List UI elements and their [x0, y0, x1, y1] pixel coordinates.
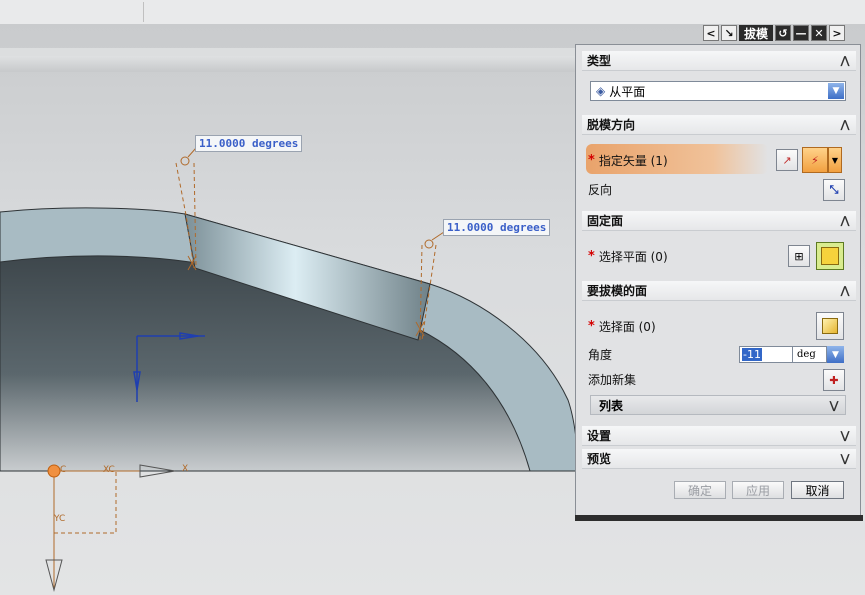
wcs-c-label: C: [60, 465, 66, 475]
chevron-down-icon: ▼: [831, 155, 839, 165]
section-draft-direction-header[interactable]: 脱模方向 ⋀: [582, 115, 856, 135]
section-preview-header[interactable]: 预览 ⋁: [582, 449, 856, 469]
select-face-button[interactable]: [816, 312, 844, 340]
vector-dialog-button[interactable]: ↗: [776, 149, 798, 171]
required-star-icon: *: [588, 152, 595, 168]
close-button[interactable]: ✕: [811, 25, 828, 41]
select-face-row[interactable]: * 选择面 (0): [588, 315, 850, 337]
arrow-down-icon: ▼: [832, 349, 839, 360]
vector-constructor-icon: ↗: [782, 153, 792, 167]
dimension-label-2[interactable]: 11.0000 degrees: [443, 219, 551, 236]
wcs-x-label: X: [182, 464, 188, 474]
section-preview-title: 预览: [587, 452, 612, 466]
section-settings-header[interactable]: 设置 ⋁: [582, 426, 856, 446]
dim-point-1: [180, 156, 190, 166]
wcs-yc-label: YC: [53, 514, 65, 524]
collapse-left-button[interactable]: <: [703, 25, 719, 41]
dim-point-2: [424, 239, 434, 249]
select-plane-row[interactable]: * 选择平面 (0): [588, 245, 850, 267]
add-set-label: 添加新集: [588, 372, 637, 387]
section-type-header[interactable]: 类型 ⋀: [582, 51, 856, 71]
dropdown-arrow-icon[interactable]: ▼: [828, 83, 844, 99]
select-face-label: 选择面 (0): [598, 319, 656, 334]
reverse-direction-row: 反向: [588, 178, 850, 200]
reset-arrow-button[interactable]: ↘: [721, 25, 737, 41]
list-collapsible[interactable]: 列表 ⋁: [590, 395, 846, 415]
section-settings-title: 设置: [587, 429, 612, 443]
angle-input[interactable]: -11: [739, 346, 793, 363]
select-plane-label: 选择平面 (0): [598, 249, 668, 264]
angle-unit: deg: [793, 346, 827, 363]
add-set-icon: ✚: [829, 373, 839, 387]
wcs-origin: [47, 464, 61, 478]
required-star-icon: *: [588, 248, 595, 264]
chevron-up-icon: ⋀: [840, 214, 850, 227]
chevron-up-icon: ⋀: [840, 118, 850, 131]
plane-constructor-icon: ⊞: [794, 249, 804, 263]
plane-dialog-button[interactable]: ⊞: [788, 245, 810, 267]
reverse-direction-icon: ⤡: [829, 183, 839, 196]
vector-options-dropdown[interactable]: ▼: [828, 147, 842, 173]
apply-button[interactable]: 应用: [732, 481, 784, 499]
plane-icon: ◈: [596, 84, 606, 98]
angle-label: 角度: [588, 347, 613, 362]
plane-face-icon: [821, 247, 839, 265]
section-fixed-face-title: 固定面: [587, 214, 624, 228]
section-type-title: 类型: [587, 54, 612, 68]
add-set-row: 添加新集: [588, 368, 850, 390]
minimize-button[interactable]: —: [793, 25, 810, 41]
section-faces-title: 要拔模的面: [587, 284, 648, 298]
chevron-up-icon: ⋀: [840, 54, 850, 67]
dialog-title: 拔模: [739, 25, 774, 41]
list-label: 列表: [599, 398, 624, 413]
angle-value: -11: [742, 348, 762, 361]
ok-button[interactable]: 确定: [674, 481, 726, 499]
chevron-down-icon: ⋁: [840, 452, 850, 465]
section-draft-direction-title: 脱模方向: [587, 118, 636, 132]
reverse-direction-button[interactable]: ⤡: [823, 179, 845, 201]
draft-dialog: 类型 ⋀ ◈ 从平面 ▼ 脱模方向 ⋀ * 指定矢量 (1) ↗ ⚡ ▼ 反向 …: [575, 44, 863, 521]
reverse-direction-label: 反向: [588, 182, 613, 197]
angle-options-dropdown[interactable]: ▼: [827, 346, 844, 363]
select-plane-button[interactable]: [816, 242, 844, 270]
cube-face-icon: [822, 318, 838, 334]
chevron-down-icon: ⋁: [840, 429, 850, 442]
dialog-bottom-bar: [575, 515, 863, 521]
chevron-up-icon: ⋀: [840, 284, 850, 297]
chevron-down-icon: ⋁: [829, 398, 839, 412]
cancel-button[interactable]: 取消: [791, 481, 844, 499]
add-new-set-button[interactable]: ✚: [823, 369, 845, 391]
required-star-icon: *: [588, 318, 595, 334]
type-select-value: 从平面: [609, 84, 646, 99]
expand-right-button[interactable]: >: [829, 25, 846, 41]
dimension-label-1[interactable]: 11.0000 degrees: [195, 135, 303, 152]
section-fixed-face-header[interactable]: 固定面 ⋀: [582, 211, 856, 231]
specify-vector-label: 指定矢量 (1): [598, 153, 668, 168]
section-faces-header[interactable]: 要拔模的面 ⋀: [582, 281, 856, 301]
dialog-titlebar: < ↘ 拔模 ↺ — ✕ >: [703, 24, 847, 42]
type-select[interactable]: ◈ 从平面 ▼: [590, 81, 846, 101]
inferred-vector-icon: ⚡: [811, 153, 819, 167]
undo-button[interactable]: ↺: [775, 25, 792, 41]
wcs-xc-label: XC: [103, 465, 115, 475]
inferred-vector-button[interactable]: ⚡: [802, 147, 828, 173]
